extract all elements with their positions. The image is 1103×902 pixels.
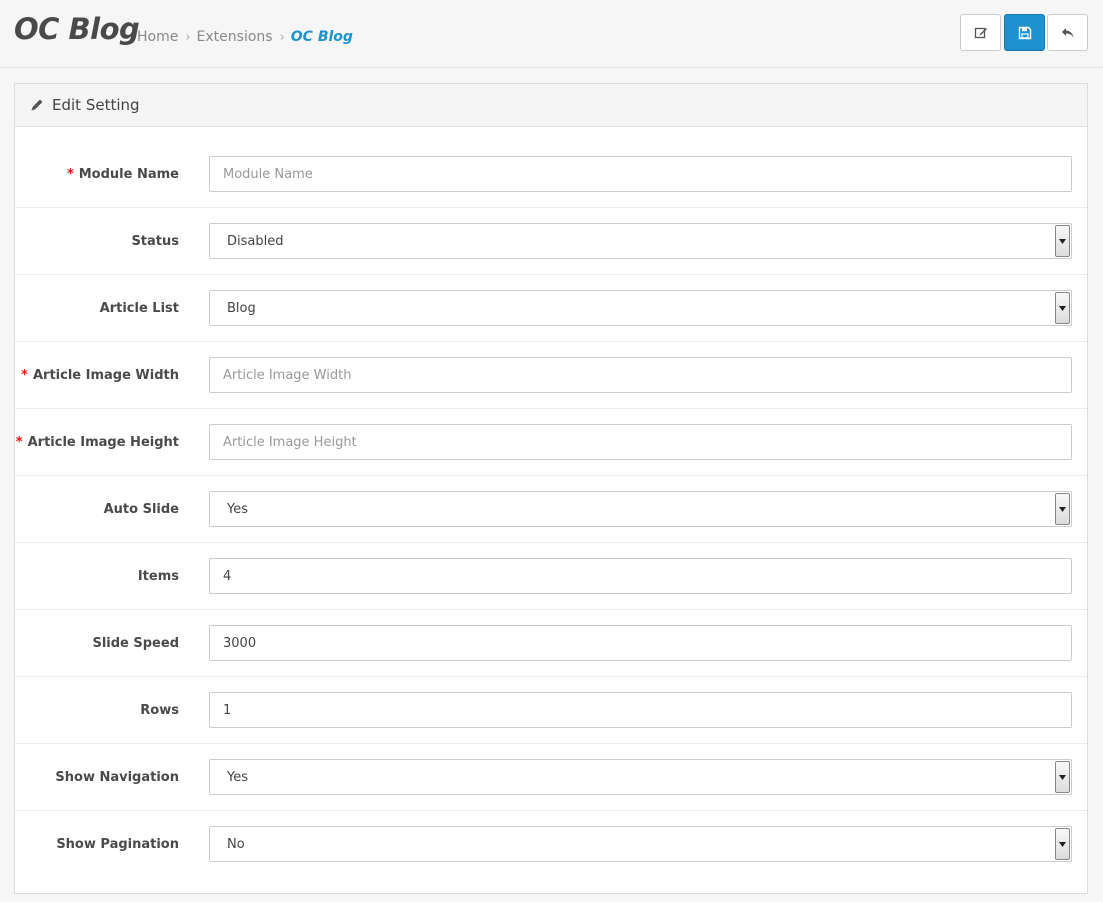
breadcrumb-separator: › <box>279 29 285 45</box>
panel-title: Edit Setting <box>52 96 140 114</box>
form-row-article-list: Article List Blog <box>15 275 1087 342</box>
show-navigation-select[interactable]: Yes <box>209 759 1072 795</box>
show-navigation-label: Show Navigation <box>55 769 179 785</box>
chevron-down-icon <box>1055 292 1070 324</box>
auto-slide-selected-value: Yes <box>227 501 248 517</box>
status-selected-value: Disabled <box>227 233 284 249</box>
status-label: Status <box>131 233 179 249</box>
show-navigation-selected-value: Yes <box>227 769 248 785</box>
show-pagination-label: Show Pagination <box>56 837 179 852</box>
form-row-article-image-width: * Article Image Width <box>15 342 1087 409</box>
form-row-module-name: * Module Name <box>15 141 1087 208</box>
show-pagination-selected-value: No <box>227 836 245 852</box>
article-image-height-label: * Article Image Height <box>15 434 179 450</box>
breadcrumb-home[interactable]: Home <box>137 29 178 45</box>
items-input[interactable] <box>209 558 1072 594</box>
form-row-items: Items <box>15 543 1087 610</box>
breadcrumb-extensions[interactable]: Extensions <box>197 29 273 45</box>
edit-icon <box>974 26 988 40</box>
back-button[interactable] <box>1047 14 1088 51</box>
chevron-down-icon <box>1055 761 1070 793</box>
form-row-status: Status Disabled <box>15 208 1087 275</box>
breadcrumb-separator: › <box>185 29 191 45</box>
rows-input[interactable] <box>209 692 1072 728</box>
chevron-down-icon <box>1055 225 1070 257</box>
required-marker: * <box>15 434 23 450</box>
module-name-input[interactable] <box>209 156 1072 192</box>
slide-speed-label: Slide Speed <box>92 635 179 651</box>
save-button[interactable] <box>1004 14 1045 51</box>
panel-heading: Edit Setting <box>15 84 1087 127</box>
breadcrumb: Home › Extensions › OC Blog <box>137 29 353 45</box>
chevron-down-icon <box>1055 493 1070 525</box>
chevron-down-icon <box>1055 828 1070 860</box>
article-image-width-input[interactable] <box>209 357 1072 393</box>
slide-speed-input[interactable] <box>209 625 1072 661</box>
page-header: OC Blog Home › Extensions › OC Blog <box>0 0 1103 68</box>
article-list-selected-value: Blog <box>227 300 256 316</box>
required-marker: * <box>21 367 28 383</box>
form-row-show-pagination: Show Pagination No <box>15 811 1087 878</box>
form-row-article-image-height: * Article Image Height <box>15 409 1087 476</box>
article-image-height-input[interactable] <box>209 424 1072 460</box>
form-row-auto-slide: Auto Slide Yes <box>15 476 1087 543</box>
rows-label: Rows <box>140 702 179 718</box>
breadcrumb-current[interactable]: OC Blog <box>291 29 353 45</box>
form-row-slide-speed: Slide Speed <box>15 610 1087 677</box>
auto-slide-label: Auto Slide <box>103 501 179 517</box>
show-pagination-select[interactable]: No <box>209 826 1072 862</box>
required-marker: * <box>66 166 74 182</box>
auto-slide-select[interactable]: Yes <box>209 491 1072 527</box>
reply-icon <box>1061 26 1075 40</box>
page-title: OC Blog <box>14 12 140 46</box>
article-image-width-label: * Article Image Width <box>21 367 179 383</box>
module-name-label: * Module Name <box>66 166 179 182</box>
pencil-icon <box>30 98 44 112</box>
save-icon <box>1018 26 1032 40</box>
article-list-label: Article List <box>99 300 179 316</box>
article-list-select[interactable]: Blog <box>209 290 1072 326</box>
status-select[interactable]: Disabled <box>209 223 1072 259</box>
form-row-show-navigation: Show Navigation Yes <box>15 744 1087 811</box>
edit-setting-panel: Edit Setting *Module Name Status Disable… <box>14 83 1088 894</box>
edit-button[interactable] <box>960 14 1001 51</box>
items-label: Items <box>137 568 179 584</box>
form-row-rows: Rows <box>15 677 1087 744</box>
